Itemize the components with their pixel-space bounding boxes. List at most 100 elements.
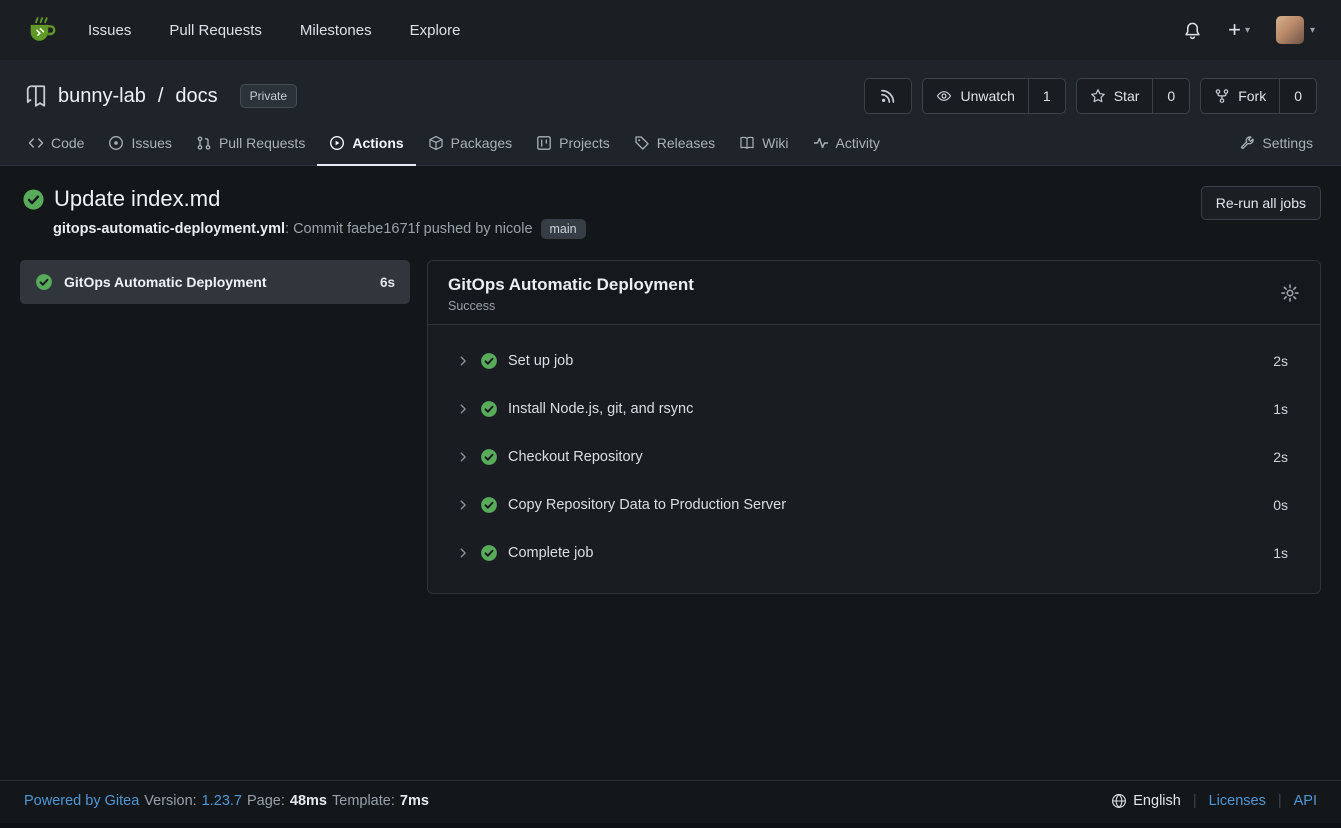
step-row[interactable]: Set up job 2s: [428, 337, 1320, 385]
job-panel-title-block: GitOps Automatic Deployment Success: [448, 275, 694, 313]
fork-button[interactable]: Fork 0: [1200, 78, 1317, 114]
step-success-check-icon: [480, 544, 498, 562]
tab-label: Issues: [131, 135, 171, 151]
licenses-link[interactable]: Licenses: [1209, 793, 1266, 809]
repo-owner-link[interactable]: bunny-lab: [58, 85, 146, 108]
tab-settings[interactable]: Settings: [1227, 124, 1325, 166]
tab-label: Wiki: [762, 135, 788, 151]
chevron-down-icon: ▾: [1310, 25, 1315, 36]
tab-releases[interactable]: Releases: [622, 124, 727, 166]
page-label: Page:: [247, 793, 285, 809]
footer-left: Powered by Gitea Version: 1.23.7 Page: 4…: [24, 793, 429, 809]
page: Issues Pull Requests Milestones Explore …: [0, 0, 1341, 828]
job-list-item[interactable]: GitOps Automatic Deployment 6s: [20, 260, 410, 304]
tools-icon: [1239, 135, 1255, 151]
step-duration: 1s: [1273, 401, 1288, 417]
footer: Powered by Gitea Version: 1.23.7 Page: 4…: [0, 780, 1341, 823]
powered-by-gitea-link[interactable]: Powered by Gitea: [24, 793, 139, 809]
tab-pull-requests[interactable]: Pull Requests: [184, 124, 317, 166]
tab-projects[interactable]: Projects: [524, 124, 622, 166]
nav-issues[interactable]: Issues: [88, 22, 131, 39]
commit-hash[interactable]: faebe1671f: [347, 221, 420, 237]
tab-label: Actions: [352, 135, 403, 151]
repo-icon: [24, 84, 48, 108]
job-name: GitOps Automatic Deployment: [64, 274, 369, 290]
gear-icon[interactable]: [1280, 275, 1300, 303]
step-duration: 2s: [1273, 353, 1288, 369]
rerun-all-jobs-button[interactable]: Re-run all jobs: [1201, 186, 1321, 220]
create-new-button[interactable]: + ▾: [1228, 19, 1250, 41]
step-row[interactable]: Checkout Repository 2s: [428, 433, 1320, 481]
tab-label: Activity: [836, 135, 880, 151]
step-row[interactable]: Install Node.js, git, and rsync 1s: [428, 385, 1320, 433]
user-menu[interactable]: ▾: [1276, 16, 1315, 44]
private-badge: Private: [240, 84, 297, 108]
unwatch-button[interactable]: Unwatch 1: [922, 78, 1065, 114]
step-duration: 2s: [1273, 449, 1288, 465]
bottom-edge: [0, 823, 1341, 828]
step-duration: 1s: [1273, 545, 1288, 561]
gitea-logo-icon: [26, 14, 58, 46]
rss-button[interactable]: [864, 78, 912, 114]
repo-name-link[interactable]: docs: [175, 85, 217, 108]
run-title: Update index.md: [54, 186, 220, 212]
star-button[interactable]: Star 0: [1076, 78, 1190, 114]
tab-wiki[interactable]: Wiki: [727, 124, 800, 166]
pull-request-icon: [196, 135, 212, 151]
branch-badge[interactable]: main: [541, 219, 586, 239]
step-name: Install Node.js, git, and rsync: [508, 401, 693, 417]
tab-activity[interactable]: Activity: [801, 124, 892, 166]
project-board-icon: [536, 135, 552, 151]
job-panel-header: GitOps Automatic Deployment Success: [428, 261, 1320, 325]
template-time: 7ms: [400, 793, 429, 809]
version-link[interactable]: 1.23.7: [202, 793, 242, 809]
tab-label: Settings: [1262, 135, 1313, 151]
chevron-right-icon: [456, 450, 470, 464]
api-link[interactable]: API: [1294, 793, 1317, 809]
watch-count[interactable]: 1: [1028, 79, 1065, 113]
step-name: Copy Repository Data to Production Serve…: [508, 497, 786, 513]
top-navbar: Issues Pull Requests Milestones Explore …: [0, 0, 1341, 60]
step-success-check-icon: [480, 448, 498, 466]
step-row[interactable]: Complete job 1s: [428, 529, 1320, 577]
version-label: Version:: [144, 793, 196, 809]
job-duration: 6s: [380, 275, 395, 290]
chevron-down-icon: ▾: [1245, 25, 1250, 36]
tab-label: Releases: [657, 135, 715, 151]
star-icon: [1090, 88, 1106, 104]
tab-actions[interactable]: Actions: [317, 124, 415, 166]
fork-count[interactable]: 0: [1279, 79, 1316, 113]
step-duration: 0s: [1273, 497, 1288, 513]
language-label: English: [1133, 793, 1181, 809]
tab-label: Packages: [451, 135, 512, 151]
step-row[interactable]: Copy Repository Data to Production Serve…: [428, 481, 1320, 529]
star-count[interactable]: 0: [1152, 79, 1189, 113]
nav-pull-requests[interactable]: Pull Requests: [169, 22, 262, 39]
author-name[interactable]: nicole: [495, 221, 533, 237]
step-name: Set up job: [508, 353, 573, 369]
play-circle-icon: [329, 135, 345, 151]
footer-right: English | Licenses | API: [1111, 793, 1317, 809]
notifications-bell-icon[interactable]: [1183, 21, 1202, 40]
step-success-check-icon: [480, 352, 498, 370]
gitea-logo[interactable]: [26, 14, 58, 46]
tab-code[interactable]: Code: [16, 124, 96, 166]
page-time: 48ms: [290, 793, 327, 809]
globe-icon: [1111, 793, 1127, 809]
repo-tabs: Code Issues Pull Requests Actions: [0, 124, 1341, 165]
tab-issues[interactable]: Issues: [96, 124, 183, 166]
nav-milestones[interactable]: Milestones: [300, 22, 372, 39]
step-success-check-icon: [480, 496, 498, 514]
tab-packages[interactable]: Packages: [416, 124, 524, 166]
job-panel-title: GitOps Automatic Deployment: [448, 275, 694, 295]
eye-icon: [936, 88, 952, 104]
rss-icon: [880, 88, 896, 104]
pushed-by-text: pushed by: [420, 221, 495, 237]
tab-label: Projects: [559, 135, 610, 151]
run-header: Update index.md gitops-automatic-deploym…: [0, 166, 1341, 239]
repo-head: bunny-lab / docs Private: [0, 78, 1341, 114]
nav-explore[interactable]: Explore: [410, 22, 461, 39]
language-selector[interactable]: English: [1111, 793, 1181, 809]
workflow-file-link[interactable]: gitops-automatic-deployment.yml: [53, 221, 285, 237]
issue-circle-icon: [108, 135, 124, 151]
